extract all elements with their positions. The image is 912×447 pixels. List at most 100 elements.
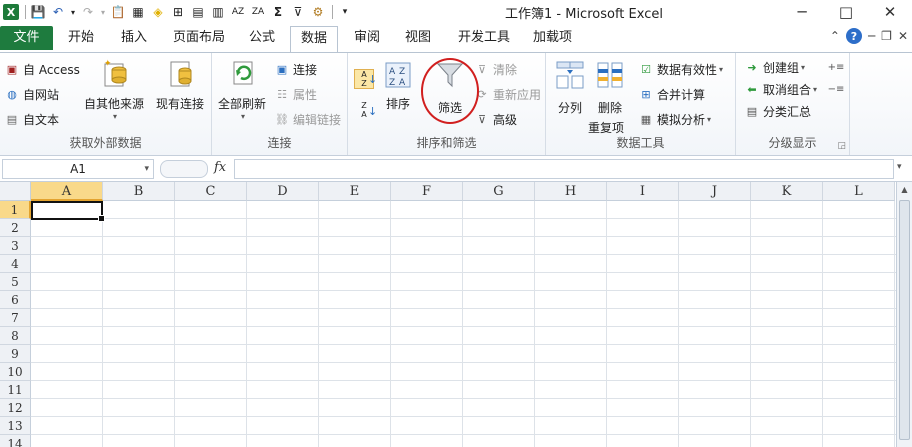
hide-detail-icon[interactable]: −≡ [828,81,847,97]
sort-button[interactable]: AZZA 排序 [382,59,414,112]
tab-addins[interactable]: 加载项 [523,26,582,50]
column-header[interactable]: G [463,182,535,201]
redo-dropdown-icon[interactable]: ▾ [99,3,107,21]
active-cell[interactable] [31,201,105,222]
reapply-button[interactable]: ⟳ 重新应用 [474,86,541,103]
row-header[interactable]: 9 [0,345,31,363]
scroll-thumb[interactable] [899,200,910,440]
fill-color-icon[interactable]: ◈ [149,3,167,21]
row-header[interactable]: 10 [0,363,31,381]
tab-file[interactable]: 文件 [0,26,53,50]
advanced-button[interactable]: ⊽ 高级 [474,111,517,128]
properties-button[interactable]: ☷ 属性 [274,86,317,103]
ungroup-button[interactable]: ⬅ 取消组合 ▾ [744,81,817,98]
text-to-columns-button[interactable]: 分列 [554,59,586,116]
other-sources-button[interactable]: ✦ 自其他来源 ▾ [84,57,144,121]
show-detail-icon[interactable]: +≡ [828,59,847,75]
redo-icon[interactable]: ↷ [79,3,97,21]
tab-developer[interactable]: 开发工具 [448,26,520,50]
clear-button[interactable]: ⊽ 清除 [474,61,517,78]
select-all-button[interactable] [0,182,31,201]
row-header[interactable]: 5 [0,273,31,291]
column-header[interactable]: D [247,182,319,201]
dialog-launcher-icon[interactable]: ◲ [837,141,846,151]
help-icon[interactable]: ? [845,28,862,44]
tab-home[interactable]: 开始 [58,26,104,50]
row-header[interactable]: 3 [0,237,31,255]
column-header[interactable]: I [607,182,679,201]
column-header[interactable]: A [31,182,103,201]
macro-icon[interactable]: ⚙ [309,3,327,21]
connections-button[interactable]: ▣ 连接 [274,61,317,78]
grid-row-line [31,290,896,291]
doc-restore-icon[interactable]: ❐ [881,29,892,43]
filter-button[interactable]: 筛选 [434,59,466,116]
remove-duplicates-button[interactable]: 删除 重复项 [588,59,626,136]
column-header[interactable]: L [823,182,895,201]
formula-input[interactable] [234,159,894,179]
sort-az-qat-icon[interactable]: AZ [229,3,247,21]
tab-data[interactable]: 数据 [290,26,339,52]
row-header[interactable]: 13 [0,417,31,435]
column-header[interactable]: K [751,182,823,201]
row-header[interactable]: 1 [0,201,31,219]
sort-descending-button[interactable]: ZA ↓ [354,101,377,121]
group-button[interactable]: ➜ 创建组 ▾ [744,59,805,76]
formula-bar-splitter[interactable] [160,160,208,178]
save-icon[interactable]: 💾 [29,3,47,21]
paste-icon[interactable]: 📋 [109,3,127,21]
insert-function-button[interactable]: fx [214,160,226,175]
row-header[interactable]: 6 [0,291,31,309]
table-icon[interactable]: ▤ [189,3,207,21]
edit-links-button[interactable]: ⛓ 编辑链接 [274,111,341,128]
refresh-all-button[interactable]: 全部刷新 ▾ [218,57,266,121]
row-header[interactable]: 7 [0,309,31,327]
from-web-button[interactable]: ◍ 自网站 [4,86,59,103]
vertical-scrollbar[interactable]: ▲ [896,182,912,447]
undo-dropdown-icon[interactable]: ▾ [69,3,77,21]
minimize-button[interactable]: ─ [780,0,824,24]
scroll-up-icon[interactable]: ▲ [897,182,912,198]
column-header[interactable]: B [103,182,175,201]
expand-formula-bar-icon[interactable]: ▾ [897,162,902,172]
row-header[interactable]: 4 [0,255,31,273]
sort-za-qat-icon[interactable]: ZA [249,3,267,21]
undo-icon[interactable]: ↶ [49,3,67,21]
column-header[interactable]: E [319,182,391,201]
merge-icon[interactable]: ⊞ [169,3,187,21]
tab-page-layout[interactable]: 页面布局 [163,26,235,50]
what-if-button[interactable]: ▦ 模拟分析 ▾ [638,111,711,128]
filter-qat-icon[interactable]: ⊽ [289,3,307,21]
data-validation-button[interactable]: ☑ 数据有效性 ▾ [638,61,723,78]
from-text-button[interactable]: ▤ 自文本 [4,111,59,128]
sum-icon[interactable]: Σ [269,3,287,21]
tab-formulas[interactable]: 公式 [239,26,285,50]
tab-view[interactable]: 视图 [395,26,441,50]
name-box[interactable]: A1 ▾ [2,159,154,179]
collapse-ribbon-icon[interactable]: ⌃ [830,29,840,43]
tab-insert[interactable]: 插入 [111,26,157,50]
row-header[interactable]: 11 [0,381,31,399]
column-header[interactable]: J [679,182,751,201]
customize-qat-icon[interactable]: ▾ [336,3,354,21]
doc-close-icon[interactable]: ✕ [898,29,908,43]
row-header[interactable]: 2 [0,219,31,237]
column-header[interactable]: H [535,182,607,201]
row-header[interactable]: 12 [0,399,31,417]
existing-connections-button[interactable]: 现有连接 [156,57,204,112]
worksheet-grid[interactable]: A B C D E F G H I J K L 1 2 3 4 5 6 7 8 9 10 11 12 13 14 [0,182,896,447]
maximize-button[interactable]: □ [824,0,868,24]
from-access-button[interactable]: ▣ 自 Access [4,61,80,78]
row-header[interactable]: 14 [0,435,31,447]
tab-review[interactable]: 审阅 [344,26,390,50]
column-header[interactable]: C [175,182,247,201]
column-header[interactable]: F [391,182,463,201]
format-icon[interactable]: ▥ [209,3,227,21]
row-header[interactable]: 8 [0,327,31,345]
sort-ascending-button[interactable]: AZ ↓ [354,69,377,89]
doc-minimize-icon[interactable]: ─ [868,29,875,43]
consolidate-button[interactable]: ⊞ 合并计算 [638,86,705,103]
subtotal-button[interactable]: ▤ 分类汇总 [744,103,811,120]
close-button[interactable]: ✕ [868,0,912,24]
borders-icon[interactable]: ▦ [129,3,147,21]
